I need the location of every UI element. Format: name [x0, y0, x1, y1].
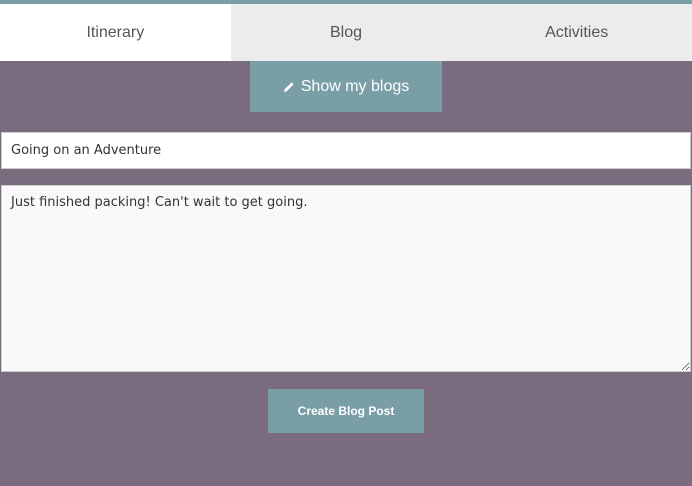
pencil-icon: [283, 81, 294, 92]
show-my-blogs-button[interactable]: Show my blogs: [250, 61, 442, 112]
show-my-blogs-label: Show my blogs: [300, 77, 410, 95]
tab-bar: Itinerary Blog Activities: [0, 4, 692, 61]
tab-label: Activities: [545, 23, 609, 41]
tab-label: Itinerary: [86, 23, 145, 41]
tab-activities[interactable]: Activities: [461, 4, 692, 61]
create-blog-post-button[interactable]: Create Blog Post: [268, 389, 424, 433]
tab-itinerary[interactable]: Itinerary: [0, 4, 231, 61]
tab-label: Blog: [329, 23, 363, 41]
blog-body-textarea[interactable]: Just finished packing! Can't wait to get…: [1, 185, 691, 372]
tab-blog[interactable]: Blog: [230, 4, 462, 61]
blog-title-input[interactable]: [1, 132, 691, 169]
